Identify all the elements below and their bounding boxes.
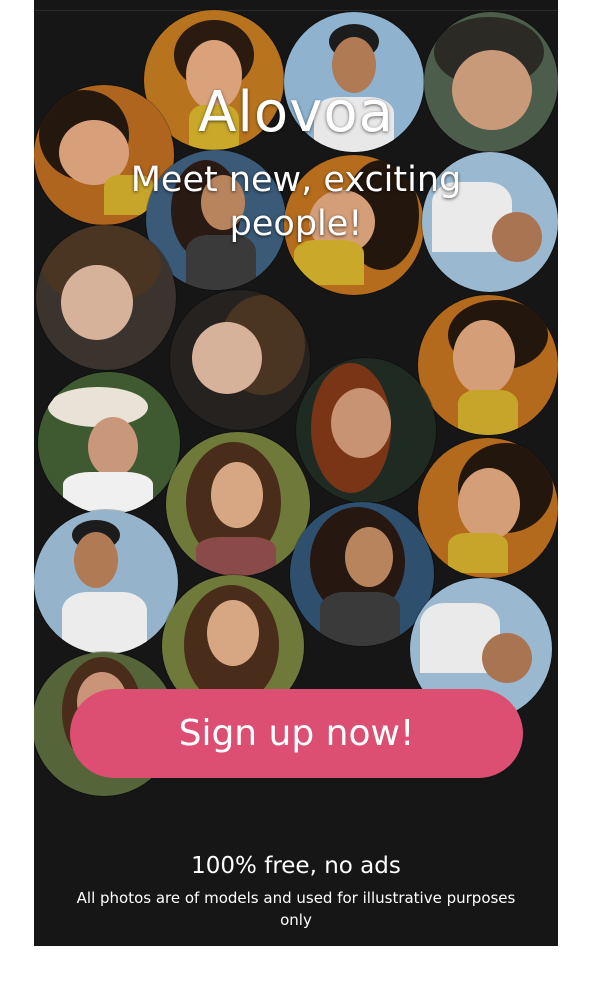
photo-bubble xyxy=(34,510,178,654)
photo-disclaimer: All photos are of models and used for il… xyxy=(76,889,516,929)
photo-bubble xyxy=(38,372,180,514)
free-no-ads-label: 100% free, no ads xyxy=(191,853,401,879)
photo-bubble xyxy=(166,432,310,576)
app-title: Alovoa xyxy=(198,80,394,145)
photo-bubble xyxy=(36,225,176,370)
app-screen: Alovoa Meet new, exciting people! Sign u… xyxy=(34,0,558,946)
photo-bubble xyxy=(418,295,558,435)
tagline: Meet new, exciting people! xyxy=(130,160,462,244)
sign-up-button[interactable]: Sign up now! xyxy=(70,689,523,778)
photo-bubble xyxy=(418,438,558,578)
top-divider xyxy=(34,10,558,11)
photo-bubble xyxy=(170,290,310,430)
photo-bubble xyxy=(290,502,434,646)
photo-bubble xyxy=(296,358,436,503)
